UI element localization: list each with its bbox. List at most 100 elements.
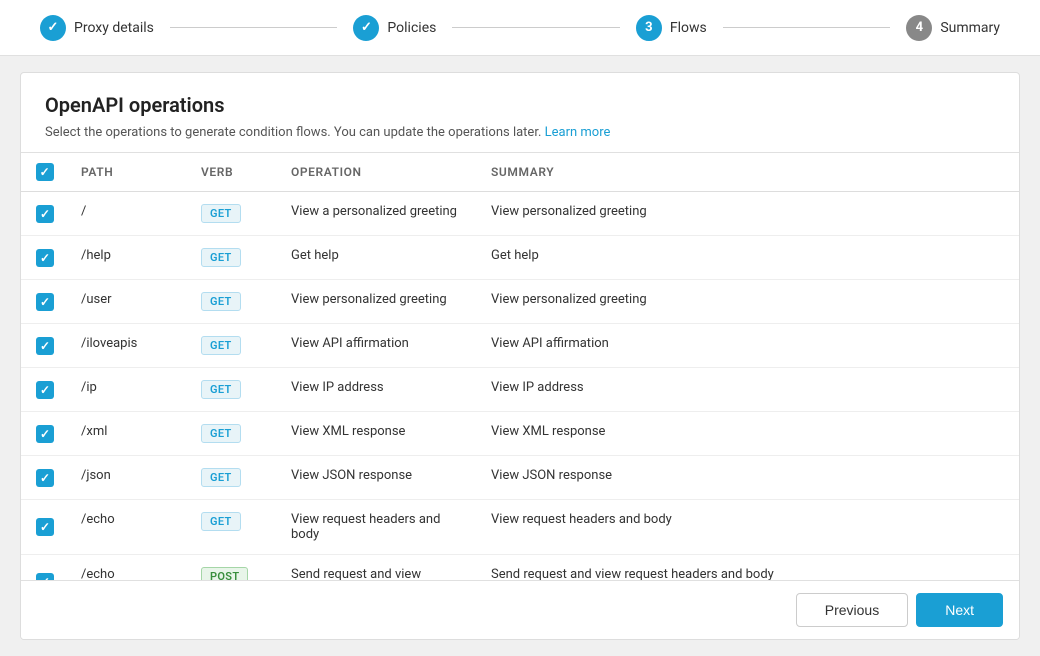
table-row: /json GET View JSON responseView JSON resp…: [21, 456, 1019, 500]
cell-path-0: /: [69, 192, 189, 236]
cell-operation-1: Get help: [279, 236, 479, 280]
verb-badge-3: GET: [201, 336, 241, 355]
cell-verb-0: GET: [189, 192, 279, 236]
row-checkbox-6: [21, 456, 69, 500]
step-label-summary: Summary: [940, 20, 1000, 36]
cell-path-4: /ip: [69, 368, 189, 412]
table-row: /iloveapisGETView API affirmationView AP…: [21, 324, 1019, 368]
checkbox-2[interactable]: [36, 293, 54, 311]
cell-operation-3: View API affirmation: [279, 324, 479, 368]
row-checkbox-7: [21, 500, 69, 555]
cell-summary-0: View personalized greeting: [479, 192, 1019, 236]
step-connector-1: [170, 27, 338, 28]
table-row: /ip GET View IP addressView IP address: [21, 368, 1019, 412]
table-row: /echo POST Send request and view request h…: [21, 555, 1019, 581]
verb-badge-4: GET: [201, 380, 241, 399]
cell-operation-2: View personalized greeting: [279, 280, 479, 324]
table-container: PATH VERB OPERATION SUMMARY / GET View a p…: [21, 152, 1019, 580]
checkbox-8[interactable]: [36, 573, 54, 580]
cell-path-5: /xml: [69, 412, 189, 456]
cell-verb-7: GET: [189, 500, 279, 555]
previous-button[interactable]: Previous: [796, 593, 908, 627]
select-all-checkbox[interactable]: [36, 163, 54, 181]
header-checkbox-col: [21, 153, 69, 192]
step-circle-flows: 3: [636, 15, 662, 41]
cell-verb-3: GET: [189, 324, 279, 368]
cell-summary-4: View IP address: [479, 368, 1019, 412]
row-checkbox-8: [21, 555, 69, 581]
wizard-step-summary[interactable]: 4 Summary: [906, 15, 1000, 41]
table-header-row: PATH VERB OPERATION SUMMARY: [21, 153, 1019, 192]
checkbox-6[interactable]: [36, 469, 54, 487]
row-checkbox-1: [21, 236, 69, 280]
table-row: /echoGETView request headers and bodyVie…: [21, 500, 1019, 555]
operations-table: PATH VERB OPERATION SUMMARY / GET View a p…: [21, 153, 1019, 580]
row-checkbox-4: [21, 368, 69, 412]
card-header: OpenAPI operations Select the operations…: [21, 73, 1019, 152]
wizard-step-proxy-details[interactable]: Proxy details: [40, 15, 154, 41]
cell-verb-5: GET: [189, 412, 279, 456]
verb-badge-5: GET: [201, 424, 241, 443]
cell-summary-7: View request headers and body: [479, 500, 1019, 555]
cell-summary-3: View API affirmation: [479, 324, 1019, 368]
step-circle-proxy-details: [40, 15, 66, 41]
verb-badge-8: POST: [201, 567, 248, 580]
cell-operation-6: View JSON response: [279, 456, 479, 500]
header-summary: SUMMARY: [479, 153, 1019, 192]
checkbox-4[interactable]: [36, 381, 54, 399]
cell-path-7: /echo: [69, 500, 189, 555]
cell-operation-8: Send request and view request headers an…: [279, 555, 479, 581]
cell-verb-4: GET: [189, 368, 279, 412]
cell-operation-4: View IP address: [279, 368, 479, 412]
cell-path-6: /json: [69, 456, 189, 500]
main-content: OpenAPI operations Select the operations…: [0, 56, 1040, 656]
card-description-text: Select the operations to generate condit…: [45, 125, 545, 140]
card-description: Select the operations to generate condit…: [45, 125, 995, 140]
cell-verb-8: POST: [189, 555, 279, 581]
verb-badge-0: GET: [201, 204, 241, 223]
step-label-proxy-details: Proxy details: [74, 20, 154, 36]
cell-verb-2: GET: [189, 280, 279, 324]
card-footer: Previous Next: [21, 580, 1019, 639]
step-connector-3: [723, 27, 891, 28]
table-body: /GETView a personalized greetingView per…: [21, 192, 1019, 581]
row-checkbox-0: [21, 192, 69, 236]
cell-summary-5: View XML response: [479, 412, 1019, 456]
verb-badge-7: GET: [201, 512, 241, 531]
cell-summary-6: View JSON response: [479, 456, 1019, 500]
row-checkbox-5: [21, 412, 69, 456]
step-label-flows: Flows: [670, 20, 707, 36]
cell-operation-0: View a personalized greeting: [279, 192, 479, 236]
cell-verb-1: GET: [189, 236, 279, 280]
cell-summary-8: Send request and view request headers an…: [479, 555, 1019, 581]
checkbox-3[interactable]: [36, 337, 54, 355]
table-row: /help GET Get helpGet help: [21, 236, 1019, 280]
checkbox-0[interactable]: [36, 205, 54, 223]
checkbox-5[interactable]: [36, 425, 54, 443]
verb-badge-1: GET: [201, 248, 241, 267]
card-title: OpenAPI operations: [45, 93, 995, 117]
header-verb: VERB: [189, 153, 279, 192]
row-checkbox-2: [21, 280, 69, 324]
cell-summary-1: Get help: [479, 236, 1019, 280]
step-circle-policies: [353, 15, 379, 41]
cell-operation-5: View XML response: [279, 412, 479, 456]
learn-more-link[interactable]: Learn more: [545, 125, 611, 140]
wizard-step-policies[interactable]: Policies: [353, 15, 436, 41]
cell-path-2: /user: [69, 280, 189, 324]
table-row: /userGETView personalized greetingView p…: [21, 280, 1019, 324]
cell-path-8: /echo: [69, 555, 189, 581]
table-row: / GET View a personalized greetingView per…: [21, 192, 1019, 236]
table-row: /xml GET View XML responseView XML respons…: [21, 412, 1019, 456]
checkbox-1[interactable]: [36, 249, 54, 267]
next-button[interactable]: Next: [916, 593, 1003, 627]
verb-badge-2: GET: [201, 292, 241, 311]
wizard-header: Proxy details Policies 3 Flows 4 Summary: [0, 0, 1040, 56]
step-connector-2: [452, 27, 620, 28]
cell-path-1: /help: [69, 236, 189, 280]
verb-badge-6: GET: [201, 468, 241, 487]
wizard-step-flows[interactable]: 3 Flows: [636, 15, 707, 41]
header-path: PATH: [69, 153, 189, 192]
checkbox-7[interactable]: [36, 518, 54, 536]
cell-verb-6: GET: [189, 456, 279, 500]
